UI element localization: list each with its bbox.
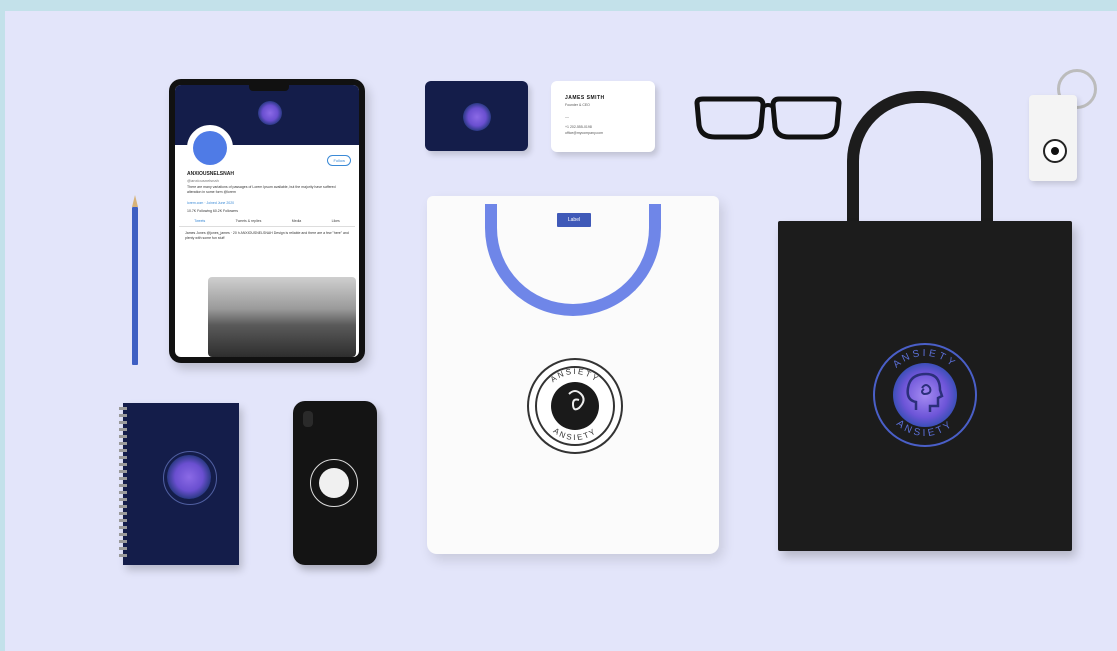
svg-text:ANSIETY: ANSIETY: [549, 367, 601, 384]
tablet-screen: Follow ANXIOUSNELSNAH @anxiousnelsnah Th…: [175, 85, 359, 357]
camera-icon: [303, 411, 313, 427]
tshirt-logo-bottom-text: ANSIETY: [552, 426, 597, 442]
card-divider: —: [565, 114, 569, 119]
tweet-photo: [208, 277, 356, 357]
phone-logo: [310, 459, 358, 507]
tote-handle: [847, 91, 993, 241]
phone-case: [293, 401, 377, 565]
profile-meta: lorem.com · Joined June 2020: [187, 201, 235, 205]
profile-bio: There are many variations of passages of…: [187, 185, 336, 194]
mockup-canvas: Follow ANXIOUSNELSNAH @anxiousnelsnah Th…: [5, 11, 1117, 651]
notebook-logo-ring: [163, 451, 217, 505]
tablet: Follow ANXIOUSNELSNAH @anxiousnelsnah Th…: [169, 79, 365, 363]
profile-handle: @anxiousnelsnah: [187, 178, 219, 183]
follow-button[interactable]: Follow: [327, 155, 351, 166]
tablet-notch: [249, 85, 289, 91]
business-card-front: JAMES SMITH Founder & CEO — +1 202-555-0…: [551, 81, 655, 152]
card-name: JAMES SMITH: [565, 95, 605, 101]
profile-tabs: Tweets Tweets & replies Media Likes: [179, 219, 355, 227]
profile-stats: 10.7K Following 60.2K Followers: [187, 209, 238, 213]
glasses-icon: [694, 96, 842, 140]
keychain-logo-icon: [1043, 139, 1067, 163]
card-phone: +1 202-555-0198: [565, 125, 592, 129]
keychain-tag: [1029, 95, 1077, 181]
avatar-head-icon: [193, 131, 227, 165]
profile-link[interactable]: lorem.com: [187, 201, 203, 205]
banner-logo-icon: [258, 101, 282, 125]
tote-bag: ANSIETY ANSIETY: [778, 221, 1072, 551]
tab-media[interactable]: Media: [292, 219, 302, 223]
tshirt-label: Label: [557, 213, 591, 227]
spiral-notebook: [119, 403, 239, 565]
pencil-tip: [132, 195, 138, 207]
tab-likes[interactable]: Likes: [332, 219, 340, 223]
card-email: office@mycompany.com: [565, 131, 604, 135]
tshirt-logo-text: ANSIETY ANSIETY: [549, 367, 601, 442]
notebook-spiral: [119, 407, 127, 561]
tshirt-logo: ANSIETY ANSIETY: [527, 358, 623, 454]
pencil: [132, 195, 138, 365]
svg-text:ANSIETY: ANSIETY: [552, 426, 599, 442]
card-logo-icon: [463, 103, 491, 131]
folded-tshirt: Label ANSIETY ANSIETY: [427, 196, 719, 554]
tab-tweets-replies[interactable]: Tweets & replies: [236, 219, 262, 223]
business-card-back: [425, 81, 528, 151]
profile-joined: Joined June 2020: [206, 201, 235, 205]
card-role: Founder & CEO: [565, 103, 590, 107]
phone-logo-head-icon: [319, 468, 349, 498]
avatar: [187, 125, 233, 171]
tab-tweets[interactable]: Tweets: [194, 219, 205, 223]
profile-name: ANXIOUSNELSNAH: [187, 171, 234, 177]
tshirt-logo-top-text: ANSIETY: [549, 367, 599, 384]
tweet-text: James Jones @jones_james · 20 h ANXIOUSN…: [185, 231, 349, 240]
tote-logo: ANSIETY ANSIETY: [873, 343, 977, 447]
